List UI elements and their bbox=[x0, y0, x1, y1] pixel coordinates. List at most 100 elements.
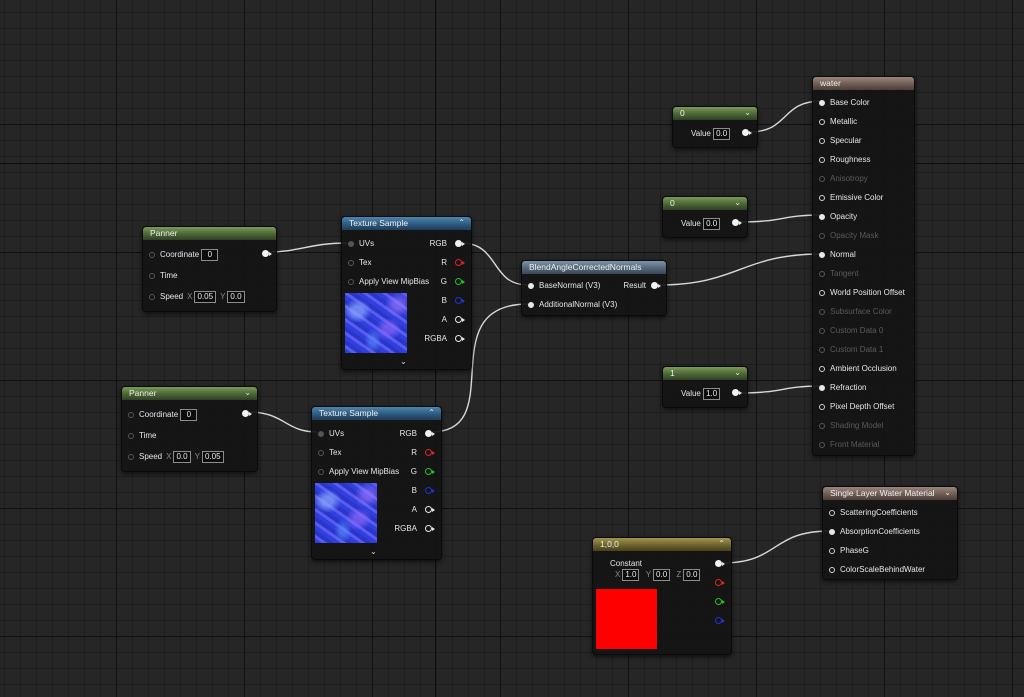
chevron-down-icon[interactable]: ⌄ bbox=[400, 357, 407, 366]
material-input-pin[interactable] bbox=[819, 251, 825, 258]
chevron-up-icon[interactable]: ⌃ bbox=[718, 539, 725, 548]
panner-node-bottom[interactable]: Panner ⌄ Coordinate 0 Time Speed X 0.0 Y 0.0… bbox=[121, 386, 258, 472]
x-input[interactable]: 1.0 bbox=[622, 569, 640, 581]
coordinate-input[interactable]: 0 bbox=[201, 249, 219, 261]
r-output-pin[interactable] bbox=[715, 579, 725, 587]
speed-x-input[interactable]: 0.05 bbox=[194, 291, 217, 303]
material-pin-row[interactable]: Opacity bbox=[819, 211, 857, 223]
material-input-pin[interactable] bbox=[819, 403, 825, 410]
z-input[interactable]: 0.0 bbox=[683, 569, 701, 581]
b-output-pin[interactable] bbox=[715, 617, 725, 625]
constant-output-pin[interactable] bbox=[732, 389, 742, 397]
absorption-pin[interactable] bbox=[829, 528, 835, 535]
speed-x-input[interactable]: 0.0 bbox=[173, 451, 191, 463]
material-pin-row[interactable]: Ambient Occlusion bbox=[819, 363, 897, 375]
speed-pin[interactable] bbox=[149, 294, 155, 300]
chevron-down-icon[interactable]: ⌄ bbox=[734, 368, 741, 377]
mipbias-pin[interactable] bbox=[318, 468, 324, 475]
material-pin-row[interactable]: Normal bbox=[819, 249, 856, 261]
material-pin-row[interactable]: Specular bbox=[819, 135, 862, 147]
speed-y-input[interactable]: 0.0 bbox=[227, 291, 245, 303]
material-pin-row[interactable]: Refraction bbox=[819, 382, 866, 394]
b-output-pin[interactable] bbox=[455, 297, 465, 305]
g-output-pin[interactable] bbox=[715, 598, 725, 606]
material-pin-row[interactable]: Metallic bbox=[819, 116, 857, 128]
r-output-pin[interactable] bbox=[455, 259, 465, 267]
constant-output-pin[interactable] bbox=[732, 219, 742, 227]
texture-sample-node-bottom[interactable]: Texture Sample ⌃ UVs Tex Apply View MipB… bbox=[311, 406, 442, 560]
mipbias-pin[interactable] bbox=[348, 278, 354, 285]
chevron-down-icon[interactable]: ⌄ bbox=[244, 388, 251, 397]
material-input-pin[interactable] bbox=[819, 308, 825, 315]
scattering-pin[interactable] bbox=[829, 509, 835, 516]
material-pin-row[interactable]: Emissive Color bbox=[819, 192, 883, 204]
chevron-down-icon[interactable]: ⌄ bbox=[370, 547, 377, 556]
g-output-pin[interactable] bbox=[425, 468, 435, 476]
base-normal-pin[interactable] bbox=[528, 282, 534, 289]
material-input-pin[interactable] bbox=[819, 365, 825, 372]
material-pin-row[interactable]: Custom Data 1 bbox=[819, 344, 883, 356]
additional-normal-pin[interactable] bbox=[528, 301, 534, 308]
rgb-output-pin[interactable] bbox=[425, 430, 435, 438]
constant3vector-node[interactable]: 1,0,0 ⌃ Constant X 1.0 Y 0.0 Z 0.0 bbox=[592, 537, 732, 655]
material-pin-row[interactable]: Base Color bbox=[819, 97, 870, 109]
material-input-pin[interactable] bbox=[819, 137, 825, 144]
b-output-pin[interactable] bbox=[425, 487, 435, 495]
panner-output-pin[interactable] bbox=[242, 410, 252, 418]
material-input-pin[interactable] bbox=[819, 346, 825, 353]
material-pin-row[interactable]: Tangent bbox=[819, 268, 858, 280]
material-input-pin[interactable] bbox=[819, 289, 825, 296]
material-input-pin[interactable] bbox=[819, 175, 825, 182]
y-input[interactable]: 0.0 bbox=[653, 569, 671, 581]
speed-pin[interactable] bbox=[128, 454, 134, 460]
material-output-node[interactable]: water Base Color Metallic Specular Roughnes… bbox=[812, 76, 915, 456]
panner-output-pin[interactable] bbox=[262, 250, 272, 258]
g-output-pin[interactable] bbox=[455, 278, 465, 286]
chevron-down-icon[interactable]: ⌄ bbox=[944, 488, 951, 497]
material-pin-row[interactable]: Front Material bbox=[819, 439, 879, 451]
uvs-pin[interactable] bbox=[318, 430, 324, 437]
material-pin-row[interactable]: Subsurface Color bbox=[819, 306, 892, 318]
texture-sample-node-top[interactable]: Texture Sample ⌃ UVs Tex Apply View MipB… bbox=[341, 216, 472, 370]
material-pin-row[interactable]: Roughness bbox=[819, 154, 870, 166]
material-pin-row[interactable]: Shading Model bbox=[819, 420, 883, 432]
material-input-pin[interactable] bbox=[819, 213, 825, 220]
coordinate-pin[interactable] bbox=[149, 252, 155, 258]
material-input-pin[interactable] bbox=[819, 156, 825, 163]
a-output-pin[interactable] bbox=[455, 316, 465, 324]
material-input-pin[interactable] bbox=[819, 118, 825, 125]
constant-node-opacity[interactable]: 0 ⌄ Value 0.0 bbox=[662, 196, 748, 238]
r-output-pin[interactable] bbox=[425, 449, 435, 457]
chevron-down-icon[interactable]: ⌄ bbox=[734, 198, 741, 207]
chevron-down-icon[interactable]: ⌄ bbox=[744, 108, 751, 117]
constant-node-refraction[interactable]: 1 ⌄ Value 1.0 bbox=[662, 366, 748, 408]
rgb-output-pin[interactable] bbox=[715, 560, 725, 568]
single-layer-water-material-node[interactable]: Single Layer Water Material ⌄ Scattering… bbox=[822, 486, 958, 580]
phaseg-pin[interactable] bbox=[829, 547, 835, 554]
material-input-pin[interactable] bbox=[819, 99, 825, 106]
material-pin-row[interactable]: Opacity Mask bbox=[819, 230, 878, 242]
time-pin[interactable] bbox=[128, 432, 134, 439]
coordinate-pin[interactable] bbox=[128, 412, 134, 418]
panner-node-top[interactable]: Panner Coordinate 0 Time Speed X 0.05 Y 0.0 bbox=[142, 226, 277, 312]
rgba-output-pin[interactable] bbox=[455, 335, 465, 343]
tex-pin[interactable] bbox=[348, 259, 354, 266]
coordinate-input[interactable]: 0 bbox=[180, 409, 198, 421]
result-output-pin[interactable] bbox=[651, 282, 661, 290]
chevron-up-icon[interactable]: ⌃ bbox=[428, 408, 435, 417]
chevron-up-icon[interactable]: ⌃ bbox=[458, 218, 465, 227]
material-pin-row[interactable]: Anisotropy bbox=[819, 173, 868, 185]
material-input-pin[interactable] bbox=[819, 270, 825, 277]
a-output-pin[interactable] bbox=[425, 506, 435, 514]
material-pin-row[interactable]: Custom Data 0 bbox=[819, 325, 883, 337]
rgba-output-pin[interactable] bbox=[425, 525, 435, 533]
speed-y-input[interactable]: 0.05 bbox=[201, 451, 224, 463]
value-input[interactable]: 0.0 bbox=[703, 218, 721, 230]
material-input-pin[interactable] bbox=[819, 384, 825, 391]
value-input[interactable]: 0.0 bbox=[713, 128, 731, 140]
value-input[interactable]: 1.0 bbox=[703, 388, 721, 400]
uvs-pin[interactable] bbox=[348, 240, 354, 247]
material-input-pin[interactable] bbox=[819, 327, 825, 334]
constant-node-metallic[interactable]: 0 ⌄ Value 0.0 bbox=[672, 106, 758, 148]
tex-pin[interactable] bbox=[318, 449, 324, 456]
